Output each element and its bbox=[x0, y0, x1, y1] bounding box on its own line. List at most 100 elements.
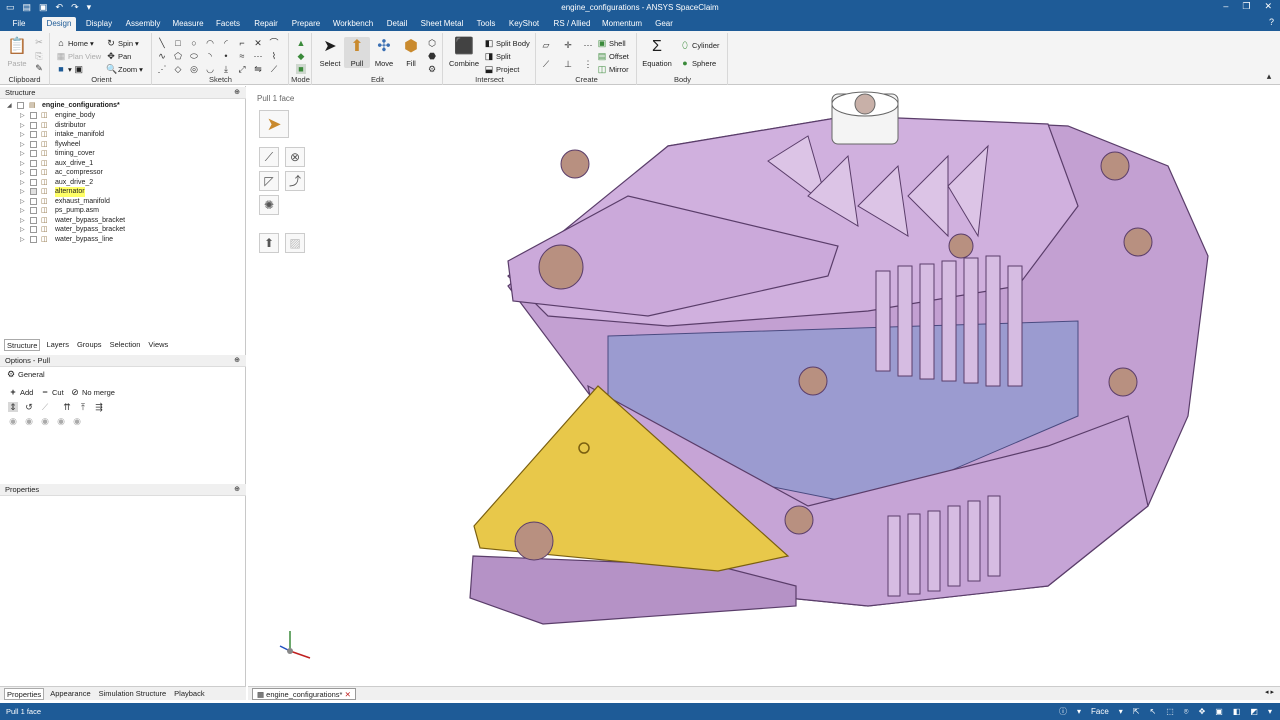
select-boundary-icon[interactable]: ↖ bbox=[1150, 703, 1157, 720]
visibility-checkbox[interactable] bbox=[30, 178, 37, 186]
copy-icon[interactable]: ⎘ bbox=[34, 51, 44, 61]
cut-option[interactable]: − Cut bbox=[40, 387, 63, 397]
expand-icon[interactable]: ▷ bbox=[20, 235, 28, 245]
tab-simulation-structure[interactable]: Simulation Structure bbox=[97, 688, 169, 700]
box-select-icon[interactable]: ⬚ bbox=[1166, 703, 1174, 720]
scale-curve-icon[interactable]: ⤢ bbox=[237, 64, 247, 74]
replace-icon[interactable]: ⬣ bbox=[427, 51, 437, 61]
visibility-checkbox[interactable] bbox=[30, 140, 37, 148]
ribbon-collapse-icon[interactable]: ▴ bbox=[1264, 71, 1274, 81]
option-icon-d[interactable]: ◉ bbox=[56, 416, 66, 426]
tab-layers[interactable]: Layers bbox=[44, 339, 71, 351]
plane-icon[interactable]: ▱ bbox=[541, 40, 551, 50]
sphere-button[interactable]: ● Sphere bbox=[680, 58, 716, 68]
visibility-checkbox[interactable] bbox=[30, 197, 37, 205]
expand-icon[interactable]: ▷ bbox=[20, 111, 28, 121]
pull-button[interactable]: ⬆ Pull bbox=[344, 37, 370, 68]
body-select-icon[interactable]: ◧ bbox=[1233, 703, 1241, 720]
no-merge-option[interactable]: ⊘ No merge bbox=[70, 387, 115, 397]
selection-filter[interactable]: Face bbox=[1091, 703, 1109, 720]
status-menu-icon[interactable]: ▾ bbox=[1268, 703, 1272, 720]
expand-icon[interactable]: ▷ bbox=[20, 197, 28, 207]
up-to-guide-icon[interactable]: ⤴ bbox=[285, 171, 305, 191]
select-button[interactable]: ➤ Select bbox=[317, 37, 343, 68]
option-icon-a[interactable]: ◉ bbox=[8, 416, 18, 426]
split-curve-icon[interactable]: ⋯ bbox=[253, 51, 263, 61]
help-icon[interactable]: ? bbox=[1269, 17, 1274, 27]
close-tab-icon[interactable]: ✕ bbox=[345, 690, 351, 699]
tab-measure[interactable]: Measure bbox=[170, 17, 206, 31]
mirror-curve-icon[interactable]: ⇋ bbox=[253, 64, 263, 74]
tab-groups[interactable]: Groups bbox=[75, 339, 104, 351]
view-cube-button[interactable]: ■ ▾ ▣ bbox=[56, 64, 84, 74]
options-general-section[interactable]: ⚙ General bbox=[6, 369, 45, 379]
arc-tool-icon[interactable]: ◠ bbox=[205, 38, 215, 48]
point-create-icon[interactable]: ⋯ bbox=[583, 40, 593, 50]
ellipse-icon[interactable]: ⬭ bbox=[189, 51, 199, 61]
maximize-icon[interactable]: ❐ bbox=[1242, 1, 1250, 12]
tab-views[interactable]: Views bbox=[146, 339, 170, 351]
tweak-face-icon[interactable]: ⚙ bbox=[427, 64, 437, 74]
pin-icon[interactable]: ⊕ bbox=[234, 87, 240, 99]
tab-structure[interactable]: Structure bbox=[4, 339, 41, 351]
expand-icon[interactable]: ▷ bbox=[20, 168, 28, 178]
move-button[interactable]: ✣ Move bbox=[371, 37, 397, 68]
cut-icon[interactable]: ✂ bbox=[34, 37, 44, 47]
pull-both-sides-icon[interactable]: ⇕ bbox=[8, 402, 18, 412]
option-icon-b[interactable]: ◉ bbox=[24, 416, 34, 426]
tab-rs-allied[interactable]: RS / Allied bbox=[548, 17, 596, 31]
select-mode-icon[interactable]: ⇱ bbox=[1133, 703, 1140, 720]
origin-icon[interactable]: ⟋ bbox=[541, 59, 551, 69]
visibility-checkbox[interactable] bbox=[30, 121, 37, 129]
plan-view-button[interactable]: ▦ Plan View bbox=[56, 51, 101, 61]
select-guide-icon[interactable]: ➤ bbox=[259, 110, 289, 138]
three-point-rect-icon[interactable]: ◇ bbox=[173, 64, 183, 74]
offset-curve-icon[interactable]: ≈ bbox=[237, 51, 247, 61]
add-option[interactable]: + Add bbox=[8, 387, 33, 397]
spline-icon[interactable]: ∿ bbox=[157, 51, 167, 61]
tab-repair[interactable]: Repair bbox=[250, 17, 282, 31]
tab-prepare[interactable]: Prepare bbox=[288, 17, 324, 31]
expand-icon[interactable]: ▷ bbox=[20, 216, 28, 226]
project-button[interactable]: ⬓ Project bbox=[484, 64, 520, 74]
sweep-arc-icon[interactable]: ◝ bbox=[205, 51, 215, 61]
point-icon[interactable]: • bbox=[221, 51, 231, 61]
visibility-checkbox[interactable] bbox=[17, 102, 24, 109]
zoom-button[interactable]: 🔍 Zoom ▾ bbox=[106, 64, 143, 74]
tab-facets[interactable]: Facets bbox=[212, 17, 244, 31]
minimize-icon[interactable]: – bbox=[1223, 1, 1228, 12]
tab-sheet-metal[interactable]: Sheet Metal bbox=[418, 17, 466, 31]
expand-icon[interactable]: ▷ bbox=[20, 130, 28, 140]
3d-mode-icon[interactable]: ■ bbox=[296, 64, 306, 74]
pull-draft-icon[interactable]: ⟋ bbox=[40, 402, 50, 412]
sketch-mode-icon[interactable]: ▲ bbox=[296, 38, 306, 48]
draft-guide-icon[interactable]: ◸ bbox=[259, 171, 279, 191]
visibility-checkbox[interactable] bbox=[30, 112, 37, 119]
tab-tools[interactable]: Tools bbox=[472, 17, 500, 31]
tab-file[interactable]: File bbox=[6, 17, 32, 31]
tab-detail[interactable]: Detail bbox=[382, 17, 412, 31]
project-curve-icon[interactable]: ⤓ bbox=[221, 64, 231, 74]
expand-icon[interactable]: ▷ bbox=[20, 149, 28, 159]
construction-line-icon[interactable]: ⋰ bbox=[157, 64, 167, 74]
cylinder-button[interactable]: ⬯ Cylinder bbox=[680, 40, 719, 50]
tab-selection[interactable]: Selection bbox=[108, 339, 143, 351]
sweep-guide-icon[interactable]: ✺ bbox=[259, 195, 279, 215]
direction-guide-icon[interactable]: ⟋ bbox=[259, 147, 279, 167]
info-icon[interactable]: ⓘ bbox=[1059, 703, 1067, 720]
visibility-checkbox[interactable] bbox=[30, 226, 37, 233]
expand-icon[interactable]: ▷ bbox=[20, 121, 28, 131]
3d-viewport[interactable]: Pull 1 face bbox=[248, 86, 1280, 686]
offset-button[interactable]: ▤ Offset bbox=[597, 51, 629, 61]
lasso-icon[interactable]: ⌾ bbox=[1184, 703, 1189, 720]
expand-icon[interactable]: ▷ bbox=[20, 187, 28, 197]
expand-icon[interactable]: ▷ bbox=[20, 178, 28, 188]
rectangle-tool-icon[interactable]: □ bbox=[173, 38, 183, 48]
visibility-checkbox[interactable] bbox=[30, 207, 37, 214]
circle-tool-icon[interactable]: ○ bbox=[189, 38, 199, 48]
visibility-checkbox[interactable] bbox=[30, 188, 37, 195]
component-select-icon[interactable]: ▣ bbox=[1215, 703, 1223, 720]
home-button[interactable]: ⌂ Home ▾ bbox=[56, 38, 94, 48]
pin-icon[interactable]: ⊕ bbox=[234, 355, 240, 367]
tab-workbench[interactable]: Workbench bbox=[330, 17, 376, 31]
